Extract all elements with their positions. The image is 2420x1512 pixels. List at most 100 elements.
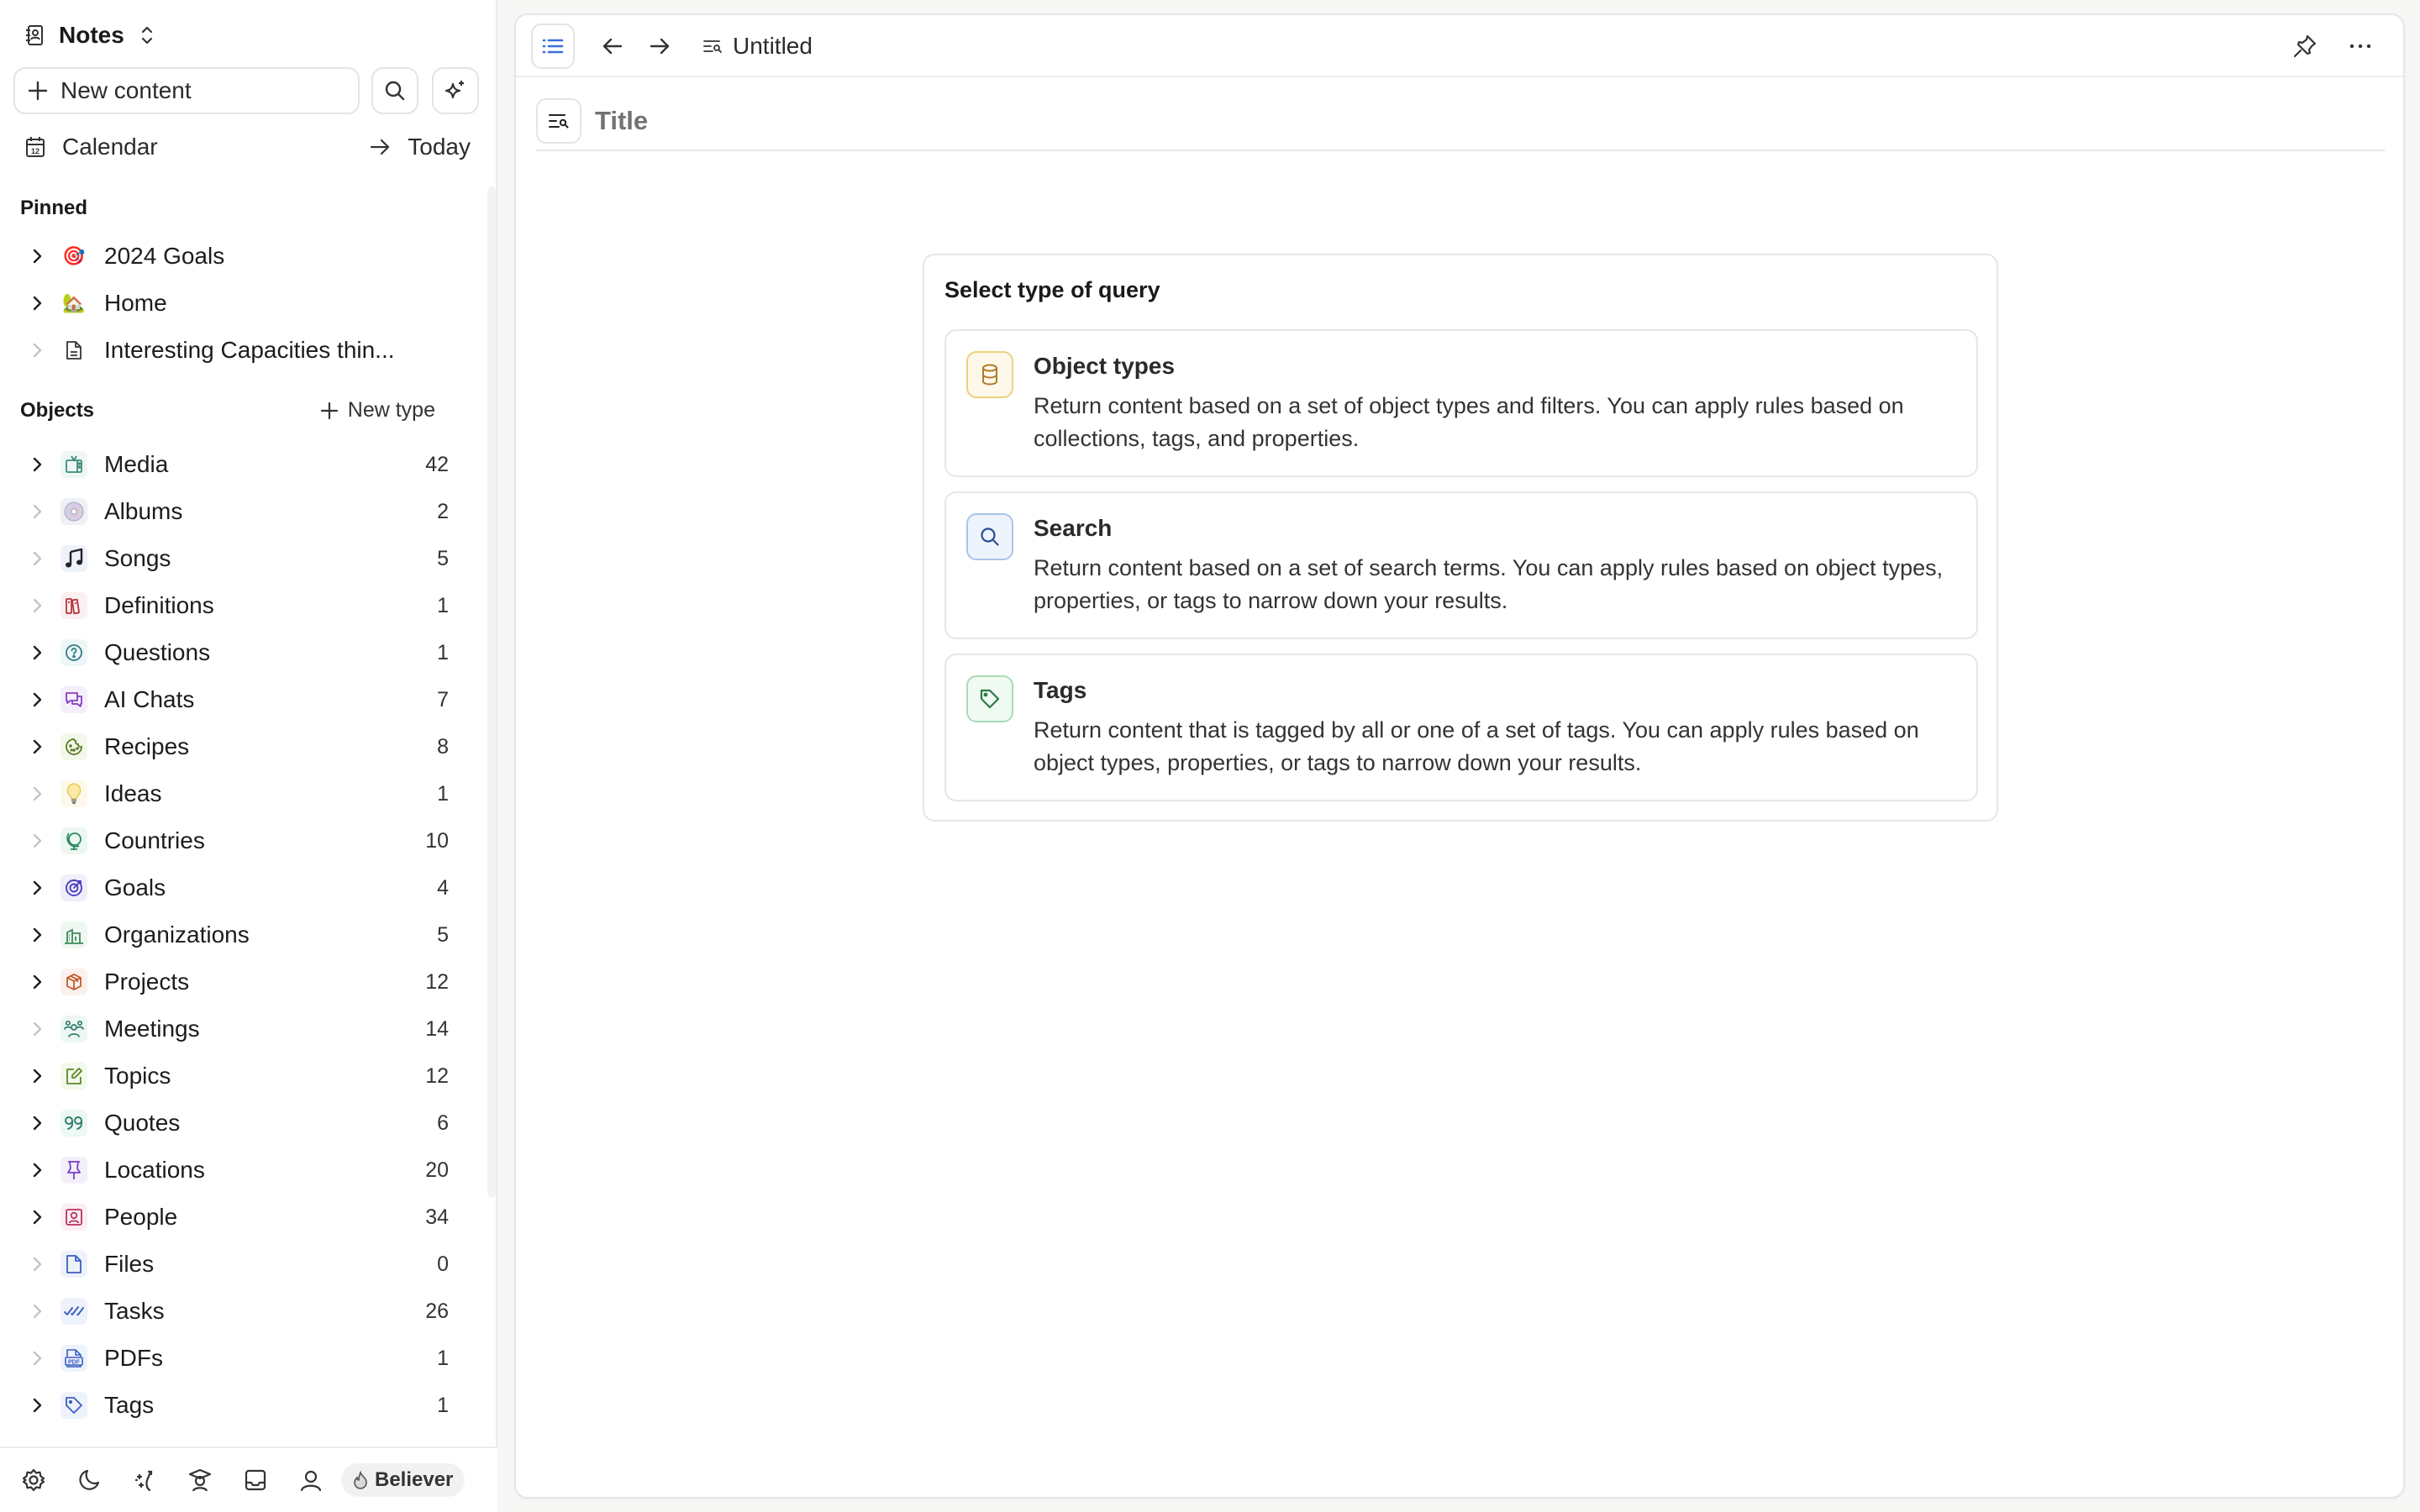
tree-item-organizations[interactable]: Organizations 5 [0,911,471,958]
tree-item-ideas[interactable]: Ideas 1 [0,770,471,817]
chevron-right-icon[interactable] [29,1256,45,1273]
chevron-up-down-icon[interactable] [139,24,155,46]
arrow-left-icon [602,37,623,55]
space-switcher[interactable]: Notes [25,18,155,52]
option-title: Tags [1034,677,1087,703]
today-link[interactable]: Today [369,134,471,160]
page-icon-button[interactable] [536,98,581,144]
search-icon [384,80,406,102]
tree-item-interesting-capacities-thin[interactable]: Interesting Capacities thin... [0,327,471,374]
plus-icon [27,80,49,102]
search-button[interactable] [371,67,418,114]
chevron-right-icon[interactable] [29,550,45,567]
tree-item-definitions[interactable]: Definitions 1 [0,582,471,629]
tree-item-media[interactable]: Media 42 [0,441,471,488]
tree-item-countries[interactable]: Countries 10 [0,817,471,864]
chevron-right-icon[interactable] [29,1350,45,1367]
ai-assistant-button[interactable] [432,67,479,114]
user-icon[interactable] [296,1465,326,1495]
tv-icon [60,451,87,478]
tree-item-recipes[interactable]: Recipes 8 [0,723,471,770]
tree-item-quotes[interactable]: Quotes 6 [0,1100,471,1147]
title-input[interactable] [595,106,2107,136]
tree-item-songs[interactable]: Songs 5 [0,535,471,582]
plan-badge[interactable]: Believer [341,1463,466,1497]
tree-item-questions[interactable]: Questions 1 [0,629,471,676]
flame-icon [353,1471,368,1489]
item-count: 0 [437,1252,449,1276]
tree-item-albums[interactable]: Albums 2 [0,488,471,535]
calendar-link[interactable]: 12 Calendar [25,134,158,160]
graduation-icon[interactable] [185,1465,215,1495]
chevron-right-icon[interactable] [29,1162,45,1179]
objects-header: Objects New type [20,398,435,423]
gear-icon[interactable] [18,1465,49,1495]
chevron-right-icon[interactable] [29,927,45,943]
chevron-right-icon[interactable] [29,456,45,473]
tree-item-goals[interactable]: Goals 4 [0,864,471,911]
tree-item-home[interactable]: 🏡 Home [0,280,471,327]
back-button[interactable] [598,32,627,60]
tree-item-pdfs[interactable]: PDF PDFs 1 [0,1335,471,1382]
item-count: 1 [437,781,449,806]
chevron-right-icon[interactable] [29,1303,45,1320]
chevron-right-icon[interactable] [29,1068,45,1084]
chevron-right-icon[interactable] [29,1209,45,1226]
new-type-button[interactable]: New type [319,398,435,423]
forward-button[interactable] [645,32,674,60]
query-option-search[interactable]: Search Return content based on a set of … [944,491,1978,639]
tree-item-label: Songs [104,545,171,571]
chevron-right-icon[interactable] [29,738,45,755]
chevron-right-icon[interactable] [29,295,45,312]
plan-badge-label: Believer [375,1468,454,1491]
pin-button[interactable] [2289,30,2321,62]
tree-item-people[interactable]: People 34 [0,1194,471,1241]
title-row [536,92,2385,151]
inbox-icon[interactable] [240,1465,271,1495]
tree-item-ai-chats[interactable]: AI Chats 7 [0,676,471,723]
tree-item-tags[interactable]: Tags 1 [0,1382,471,1429]
chevron-right-icon[interactable] [29,342,45,359]
tree-item-label: Recipes [104,733,190,759]
chevron-right-icon[interactable] [29,785,45,802]
query-option-object-types[interactable]: Object types Return content based on a s… [944,329,1978,477]
tree-item-locations[interactable]: Locations 20 [0,1147,471,1194]
query-option-tags[interactable]: Tags Return content that is tagged by al… [944,654,1978,801]
tree-item-2024-goals[interactable]: 🎯 2024 Goals [0,233,471,280]
tree-item-label: Meetings [104,1016,200,1042]
chevron-right-icon[interactable] [29,597,45,614]
tree-item-files[interactable]: Files 0 [0,1241,471,1288]
emoji-icon: 🏡 [62,292,86,313]
chevron-right-icon[interactable] [29,691,45,708]
chevron-right-icon[interactable] [29,1021,45,1037]
more-options-button[interactable] [2344,30,2376,62]
new-content-label: New content [60,77,192,103]
tree-item-meetings[interactable]: Meetings 14 [0,1005,471,1053]
chevron-right-icon[interactable] [29,1397,45,1414]
tree-item-tasks[interactable]: Tasks 26 [0,1288,471,1335]
chevron-right-icon[interactable] [29,644,45,661]
breadcrumb[interactable]: Untitled [702,29,813,64]
tree-item-projects[interactable]: Projects 12 [0,958,471,1005]
new-content-button[interactable]: New content [13,67,360,114]
chevron-right-icon[interactable] [29,974,45,990]
chevron-right-icon[interactable] [29,1115,45,1131]
breadcrumb-title: Untitled [733,33,813,59]
sidebar-scrollbar[interactable] [487,186,496,1198]
chevron-right-icon[interactable] [29,248,45,265]
books-icon [60,592,87,619]
chevron-right-icon[interactable] [29,879,45,896]
calendar-row: 12 Calendar Today [25,129,471,165]
moon-icon[interactable] [74,1465,104,1495]
table-of-contents-button[interactable] [531,24,575,69]
chevron-right-icon[interactable] [29,832,45,849]
tree-item-topics[interactable]: Topics 12 [0,1053,471,1100]
item-count: 1 [437,1393,449,1417]
whats-new-icon[interactable] [129,1465,160,1495]
today-label: Today [408,134,471,160]
tree-item-label: Countries [104,827,205,853]
item-count: 4 [437,875,449,900]
more-horizontal-icon [2349,43,2371,50]
chevron-right-icon[interactable] [29,503,45,520]
file-icon [60,1251,87,1278]
